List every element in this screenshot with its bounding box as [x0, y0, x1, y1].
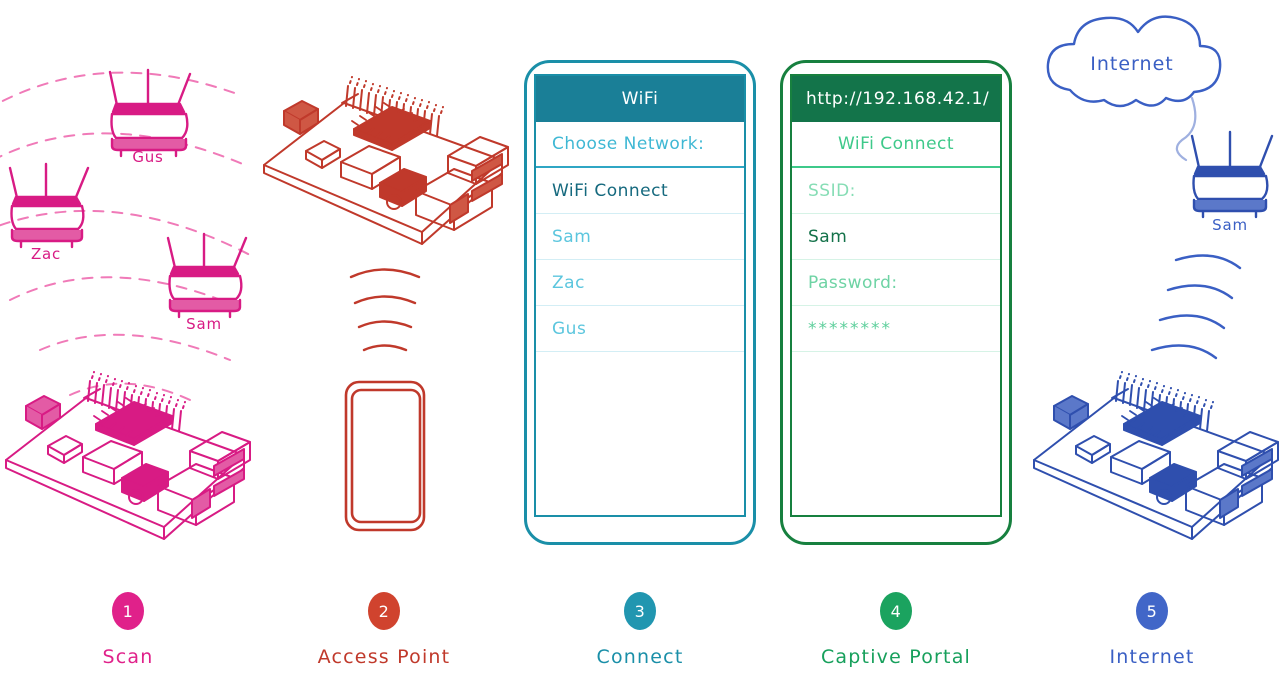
step-5-illustration: Internet Sam [1024, 0, 1280, 575]
step-2-footer: 2 Access Point [256, 592, 512, 668]
signal-arcs [349, 268, 421, 352]
cloud-to-router-link [1175, 96, 1197, 162]
raspberry-pi-board [263, 76, 509, 245]
step-3-marker: 3 [624, 592, 656, 630]
router-zac [8, 162, 90, 249]
router-label-gus: Gus [132, 148, 163, 166]
network-item-wifi-connect[interactable]: WiFi Connect [536, 168, 744, 214]
password-value: ******** [808, 318, 892, 339]
step-1-number: 1 [122, 601, 134, 621]
step-5-internet: Internet Sam 5 Internet [1024, 0, 1280, 700]
portal-title-text: WiFi Connect [837, 134, 955, 154]
phone-screen: WiFi Choose Network: WiFi Connect Sam Za… [534, 74, 746, 517]
network-name: Zac [552, 272, 585, 293]
wifi-screen-titlebar: WiFi [536, 76, 744, 122]
choose-network-text: Choose Network: [552, 134, 705, 154]
step-1-scan: Gus Zac Sam 1 Scan [0, 0, 256, 700]
browser-url-bar[interactable]: http://192.168.42.1/ [792, 76, 1000, 122]
step-4-marker: 4 [880, 592, 912, 630]
step-5-footer: 5 Internet [1024, 592, 1280, 668]
password-label-text: Password: [808, 272, 898, 293]
network-name: WiFi Connect [552, 180, 669, 201]
phone-outline [344, 380, 426, 532]
cloud-label: Internet [1090, 53, 1173, 75]
step-5-marker: 5 [1136, 592, 1168, 630]
step-1-illustration: Gus Zac Sam [0, 0, 256, 575]
router-sam [1190, 130, 1274, 219]
step-4-captive-portal: http://192.168.42.1/ WiFi Connect SSID: … [768, 0, 1024, 700]
router-label-sam: Sam [186, 315, 222, 333]
wifi-screen-title: WiFi [621, 89, 659, 109]
ssid-label-text: SSID: [808, 180, 856, 201]
phone-screen: http://192.168.42.1/ WiFi Connect SSID: … [790, 74, 1002, 517]
browser-url-text: http://192.168.42.1/ [806, 89, 990, 109]
router-label-sam: Sam [1212, 216, 1248, 234]
router-gus [108, 68, 192, 158]
password-label: Password: [792, 260, 1000, 306]
step-5-number: 5 [1146, 601, 1158, 621]
step-1-marker: 1 [112, 592, 144, 630]
password-input[interactable]: ******** [792, 306, 1000, 352]
router-label-zac: Zac [31, 245, 61, 263]
step-2-label: Access Point [317, 646, 451, 668]
step-5-label: Internet [1109, 646, 1195, 668]
step-2-marker: 2 [368, 592, 400, 630]
step-2-access-point: 2 Access Point [256, 0, 512, 700]
step-4-label: Captive Portal [820, 646, 972, 668]
router-sam [166, 232, 248, 319]
ssid-value: Sam [808, 226, 848, 247]
ssid-input[interactable]: Sam [792, 214, 1000, 260]
phone-captive-portal[interactable]: http://192.168.42.1/ WiFi Connect SSID: … [780, 60, 1012, 545]
step-3-connect: WiFi Choose Network: WiFi Connect Sam Za… [512, 0, 768, 700]
phone-wifi-list[interactable]: WiFi Choose Network: WiFi Connect Sam Za… [524, 60, 756, 545]
network-name: Gus [552, 318, 587, 339]
step-4-footer: 4 Captive Portal [768, 592, 1024, 668]
step-1-footer: 1 Scan [0, 592, 256, 668]
ssid-label: SSID: [792, 168, 1000, 214]
step-3-footer: 3 Connect [512, 592, 768, 668]
signal-arcs [1150, 254, 1242, 360]
step-2-illustration [256, 0, 512, 575]
step-1-label: Scan [102, 646, 154, 668]
choose-network-label: Choose Network: [536, 122, 744, 168]
network-item-gus[interactable]: Gus [536, 306, 744, 352]
portal-page-title: WiFi Connect [792, 122, 1000, 168]
network-item-sam[interactable]: Sam [536, 214, 744, 260]
step-2-number: 2 [378, 601, 390, 621]
network-name: Sam [552, 226, 592, 247]
network-item-zac[interactable]: Zac [536, 260, 744, 306]
step-3-label: Connect [596, 646, 684, 668]
step-3-number: 3 [634, 601, 646, 621]
step-4-number: 4 [890, 601, 902, 621]
raspberry-pi-board [1033, 371, 1279, 540]
diagram-canvas: Gus Zac Sam 1 Scan 2 Access Point WiFi C… [0, 0, 1280, 700]
raspberry-pi-board [5, 371, 251, 540]
